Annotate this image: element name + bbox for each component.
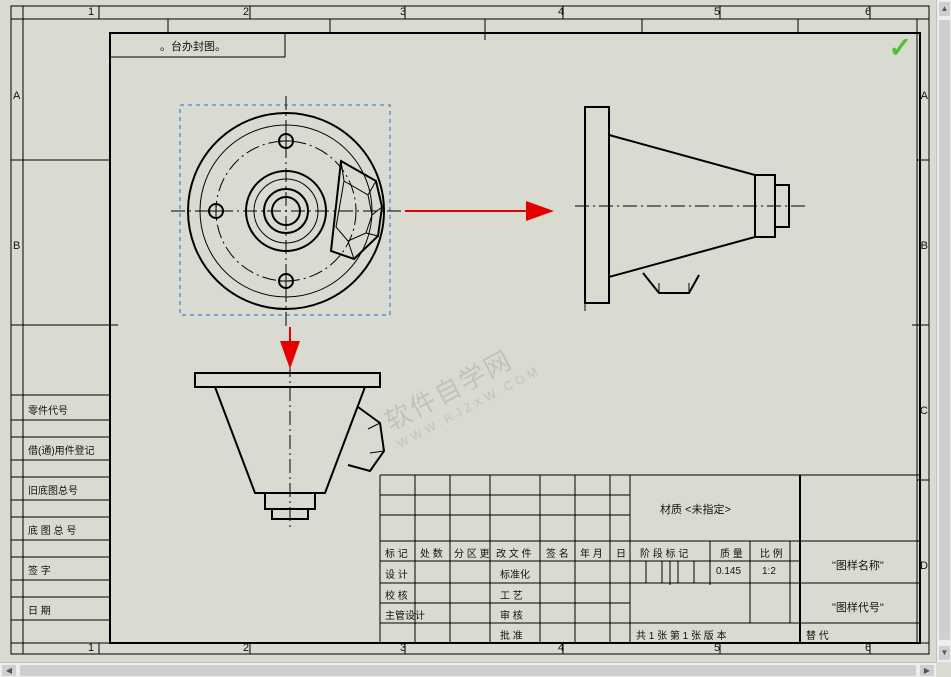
tb-footer-sheets: 共 1 张 第 1 张 版 本 bbox=[636, 627, 727, 642]
ok-check-icon: ✓ bbox=[889, 31, 912, 64]
tb-drawing-name: "图样名称" bbox=[832, 557, 884, 573]
col-4-top: 4 bbox=[558, 6, 564, 18]
tb-row-design: 设 计 bbox=[385, 566, 408, 581]
row-D-right: D bbox=[920, 560, 928, 572]
drawing-sheet: 1 2 3 4 5 6 1 2 3 4 5 6 A B A B C D 。台办封… bbox=[10, 5, 930, 655]
left-table-borrowed: 借(通)用件登记 bbox=[28, 442, 95, 457]
tb-row-check: 校 核 bbox=[385, 587, 408, 602]
scroll-right-arrow-icon[interactable]: ▶ bbox=[920, 665, 934, 676]
tb-row-proc: 工 艺 bbox=[500, 587, 523, 602]
tb-drawing-code: "图样代号" bbox=[832, 599, 884, 615]
col-1-bot: 1 bbox=[88, 642, 94, 654]
tb-hdr-scale: 比 例 bbox=[760, 545, 783, 560]
tb-hdr-sign: 签 名 bbox=[546, 545, 569, 560]
tb-hdr-doc: 改 文 件 bbox=[496, 545, 532, 560]
row-A-right: A bbox=[921, 90, 928, 102]
left-table-old-base: 旧底图总号 bbox=[28, 482, 78, 497]
col-3-bot: 3 bbox=[400, 642, 406, 654]
col-6-top: 6 bbox=[865, 6, 871, 18]
tb-val-mass: 0.145 bbox=[716, 566, 741, 577]
row-C-right: C bbox=[920, 405, 928, 417]
tb-row-chief: 主管设计 bbox=[385, 607, 425, 622]
tb-material: 材质 <未指定> bbox=[660, 501, 731, 517]
left-table-part-code: 零件代号 bbox=[28, 402, 68, 417]
col-5-top: 5 bbox=[714, 6, 720, 18]
col-2-top: 2 bbox=[243, 6, 249, 18]
col-3-top: 3 bbox=[400, 6, 406, 18]
left-table-date: 日 期 bbox=[28, 602, 51, 617]
tb-hdr-zone: 分 区 更 bbox=[454, 545, 490, 560]
vertical-scrollbar[interactable]: ▲ ▼ bbox=[936, 0, 951, 662]
tb-row-approve: 批 准 bbox=[500, 627, 523, 642]
scroll-down-arrow-icon[interactable]: ▼ bbox=[939, 646, 950, 660]
left-table-base: 底 图 总 号 bbox=[28, 522, 76, 537]
col-5-bot: 5 bbox=[714, 642, 720, 654]
tb-hdr-stage: 阶 段 标 记 bbox=[640, 545, 688, 560]
tb-hdr-ym: 年 月 bbox=[580, 545, 603, 560]
cad-drawing-canvas[interactable]: 1 2 3 4 5 6 1 2 3 4 5 6 A B A B C D 。台办封… bbox=[0, 0, 951, 677]
scroll-left-arrow-icon[interactable]: ◀ bbox=[2, 665, 16, 676]
tb-hdr-mass: 质 量 bbox=[720, 545, 743, 560]
template-label: 。台办封图。 bbox=[160, 38, 226, 54]
vertical-scroll-thumb[interactable] bbox=[939, 20, 950, 640]
horizontal-scrollbar[interactable]: ◀ ▶ bbox=[0, 662, 936, 677]
tb-hdr-day: 日 bbox=[616, 545, 626, 560]
tb-val-scale: 1:2 bbox=[762, 566, 776, 577]
row-A-left: A bbox=[13, 90, 20, 102]
tb-hdr-mark: 标 记 bbox=[385, 545, 408, 560]
tb-row-review: 审 核 bbox=[500, 607, 523, 622]
col-1-top: 1 bbox=[88, 6, 94, 18]
left-table-sign: 签 字 bbox=[28, 562, 51, 577]
tb-row-std: 标准化 bbox=[500, 566, 530, 581]
col-2-bot: 2 bbox=[243, 642, 249, 654]
row-B-right: B bbox=[921, 240, 928, 252]
tb-footer-sub: 替 代 bbox=[806, 627, 829, 642]
tb-hdr-qty: 处 数 bbox=[420, 545, 443, 560]
col-4-bot: 4 bbox=[558, 642, 564, 654]
col-6-bot: 6 bbox=[865, 642, 871, 654]
row-B-left: B bbox=[13, 240, 20, 252]
scroll-up-arrow-icon[interactable]: ▲ bbox=[939, 2, 950, 16]
horizontal-scroll-thumb[interactable] bbox=[20, 665, 916, 676]
